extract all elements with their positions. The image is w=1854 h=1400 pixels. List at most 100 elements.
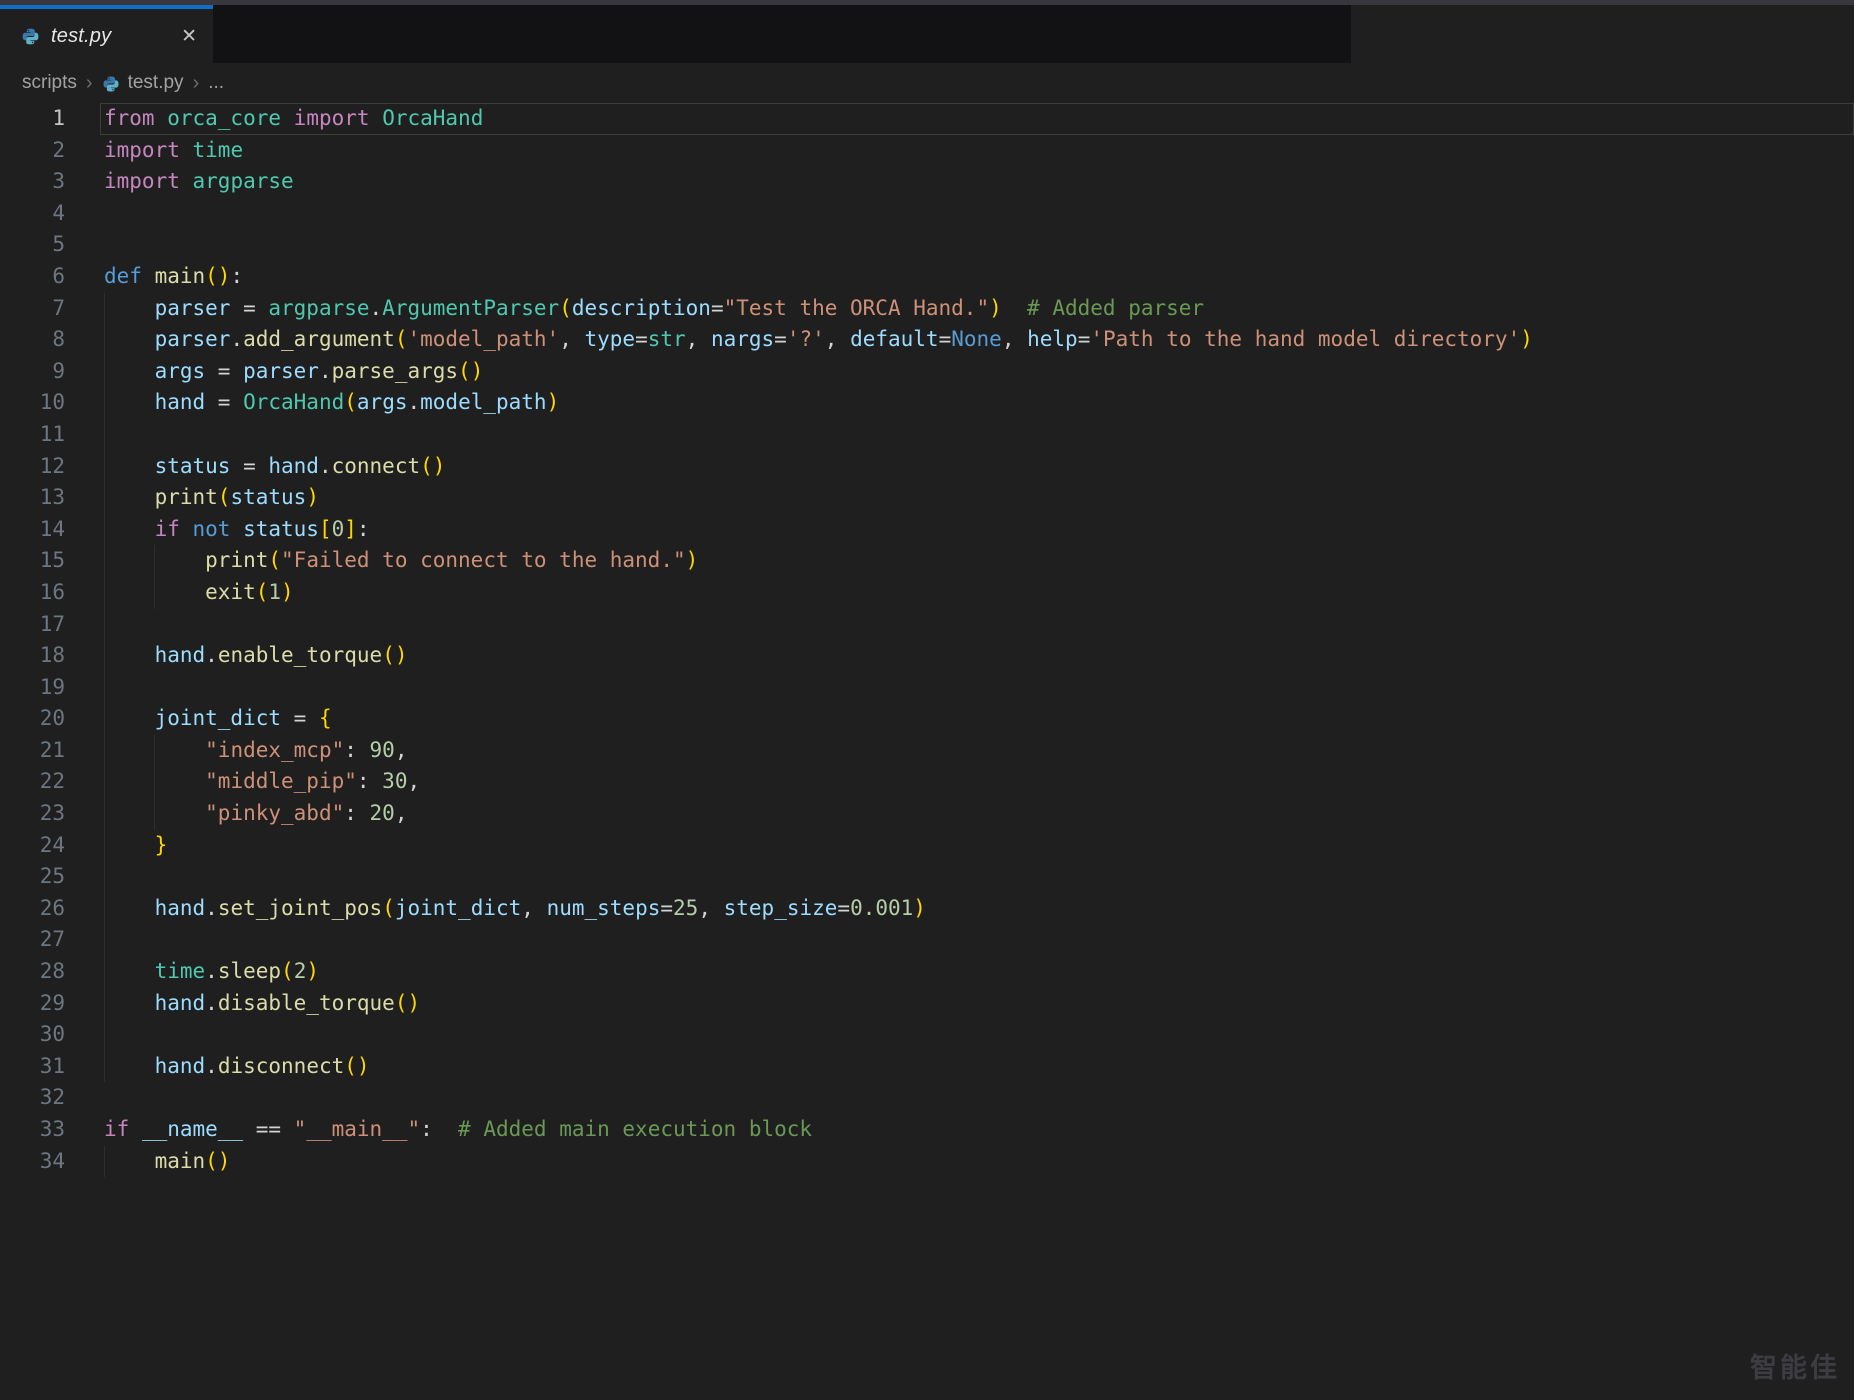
- line-number[interactable]: 7: [0, 293, 65, 325]
- code-line[interactable]: 23 "pinky_abd": 20,: [0, 798, 1854, 830]
- code-token: .: [230, 327, 243, 351]
- line-number[interactable]: 21: [0, 735, 65, 767]
- line-number[interactable]: 9: [0, 356, 65, 388]
- code-line[interactable]: 6def main():: [0, 261, 1854, 293]
- code-line[interactable]: 11: [0, 419, 1854, 451]
- code-text: if not status[0]:: [65, 517, 370, 541]
- code-line[interactable]: 34 main(): [0, 1146, 1854, 1178]
- code-token: "Test the ORCA Hand.": [724, 296, 990, 320]
- code-token: ): [686, 548, 699, 572]
- line-number[interactable]: 28: [0, 956, 65, 988]
- code-line[interactable]: 8 parser.add_argument('model_path', type…: [0, 324, 1854, 356]
- code-token: (): [395, 991, 420, 1015]
- code-line[interactable]: 14 if not status[0]:: [0, 514, 1854, 546]
- code-line[interactable]: 12 status = hand.connect(): [0, 451, 1854, 483]
- code-token: ): [306, 959, 319, 983]
- code-line[interactable]: 32: [0, 1082, 1854, 1114]
- code-line[interactable]: 10 hand = OrcaHand(args.model_path): [0, 387, 1854, 419]
- code-token: 0.001: [850, 896, 913, 920]
- line-number[interactable]: 6: [0, 261, 65, 293]
- code-line[interactable]: 1from orca_core import OrcaHand: [0, 103, 1854, 135]
- breadcrumb-item-test-py[interactable]: test.py: [128, 72, 184, 94]
- code-line[interactable]: 31 hand.disconnect(): [0, 1051, 1854, 1083]
- line-number[interactable]: 14: [0, 514, 65, 546]
- code-line[interactable]: 9 args = parser.parse_args(): [0, 356, 1854, 388]
- code-line[interactable]: 26 hand.set_joint_pos(joint_dict, num_st…: [0, 893, 1854, 925]
- code-line[interactable]: 29 hand.disable_torque(): [0, 988, 1854, 1020]
- code-token: =: [774, 327, 787, 351]
- code-line[interactable]: 5: [0, 229, 1854, 261]
- code-token: ): [547, 390, 560, 414]
- tab-close-icon[interactable]: ✕: [181, 27, 197, 46]
- code-line[interactable]: 4: [0, 198, 1854, 230]
- line-number[interactable]: 4: [0, 198, 65, 230]
- code-token: 'Path to the hand model directory': [1090, 327, 1520, 351]
- breadcrumb-item-scripts[interactable]: scripts: [22, 72, 77, 94]
- breadcrumb-item-symbol[interactable]: ...: [208, 72, 224, 94]
- code-line[interactable]: 15 print("Failed to connect to the hand.…: [0, 545, 1854, 577]
- line-number[interactable]: 15: [0, 545, 65, 577]
- line-number[interactable]: 25: [0, 861, 65, 893]
- tab-test-py[interactable]: test.py ✕: [0, 5, 213, 63]
- code-text: hand.disconnect(): [65, 1054, 370, 1078]
- code-token: .: [370, 296, 383, 320]
- line-number[interactable]: 27: [0, 924, 65, 956]
- code-token: description: [572, 296, 711, 320]
- code-token: .: [205, 991, 218, 1015]
- code-line[interactable]: 2import time: [0, 135, 1854, 167]
- line-number[interactable]: 30: [0, 1019, 65, 1051]
- code-line[interactable]: 20 joint_dict = {: [0, 703, 1854, 735]
- line-number[interactable]: 24: [0, 830, 65, 862]
- line-number[interactable]: 33: [0, 1114, 65, 1146]
- code-token: =: [281, 706, 319, 730]
- code-line[interactable]: 13 print(status): [0, 482, 1854, 514]
- line-number[interactable]: 16: [0, 577, 65, 609]
- line-number[interactable]: 10: [0, 387, 65, 419]
- line-number[interactable]: 26: [0, 893, 65, 925]
- line-number[interactable]: 22: [0, 766, 65, 798]
- line-number[interactable]: 3: [0, 166, 65, 198]
- code-line[interactable]: 24 }: [0, 830, 1854, 862]
- code-line[interactable]: 7 parser = argparse.ArgumentParser(descr…: [0, 293, 1854, 325]
- line-number[interactable]: 19: [0, 672, 65, 704]
- line-number[interactable]: 1: [0, 103, 65, 135]
- line-number[interactable]: 8: [0, 324, 65, 356]
- code-line[interactable]: 17: [0, 609, 1854, 641]
- code-token: print: [205, 548, 268, 572]
- code-line[interactable]: 21 "index_mcp": 90,: [0, 735, 1854, 767]
- line-number[interactable]: 29: [0, 988, 65, 1020]
- line-number[interactable]: 12: [0, 451, 65, 483]
- code-line[interactable]: 33if __name__ == "__main__": # Added mai…: [0, 1114, 1854, 1146]
- code-token: (: [256, 580, 269, 604]
- indent-guide: [104, 640, 105, 672]
- line-number[interactable]: 31: [0, 1051, 65, 1083]
- line-number[interactable]: 5: [0, 229, 65, 261]
- code-area[interactable]: 1from orca_core import OrcaHand2import t…: [0, 103, 1854, 1177]
- line-number[interactable]: 34: [0, 1146, 65, 1178]
- code-token: ,: [686, 327, 711, 351]
- code-line[interactable]: 28 time.sleep(2): [0, 956, 1854, 988]
- code-token: argparse: [268, 296, 369, 320]
- code-line[interactable]: 18 hand.enable_torque(): [0, 640, 1854, 672]
- code-token: ,: [521, 896, 546, 920]
- code-token: hand: [155, 390, 206, 414]
- line-number[interactable]: 11: [0, 419, 65, 451]
- line-number[interactable]: 32: [0, 1082, 65, 1114]
- code-token: [: [319, 517, 332, 541]
- code-token: (): [205, 264, 230, 288]
- code-token: =: [635, 327, 648, 351]
- code-line[interactable]: 22 "middle_pip": 30,: [0, 766, 1854, 798]
- code-line[interactable]: 3import argparse: [0, 166, 1854, 198]
- line-number[interactable]: 23: [0, 798, 65, 830]
- code-line[interactable]: 27: [0, 924, 1854, 956]
- line-number[interactable]: 20: [0, 703, 65, 735]
- code-line[interactable]: 25: [0, 861, 1854, 893]
- code-line[interactable]: 30: [0, 1019, 1854, 1051]
- code-line[interactable]: 16 exit(1): [0, 577, 1854, 609]
- code-text: if __name__ == "__main__": # Added main …: [65, 1117, 812, 1141]
- line-number[interactable]: 2: [0, 135, 65, 167]
- line-number[interactable]: 18: [0, 640, 65, 672]
- line-number[interactable]: 17: [0, 609, 65, 641]
- line-number[interactable]: 13: [0, 482, 65, 514]
- code-line[interactable]: 19: [0, 672, 1854, 704]
